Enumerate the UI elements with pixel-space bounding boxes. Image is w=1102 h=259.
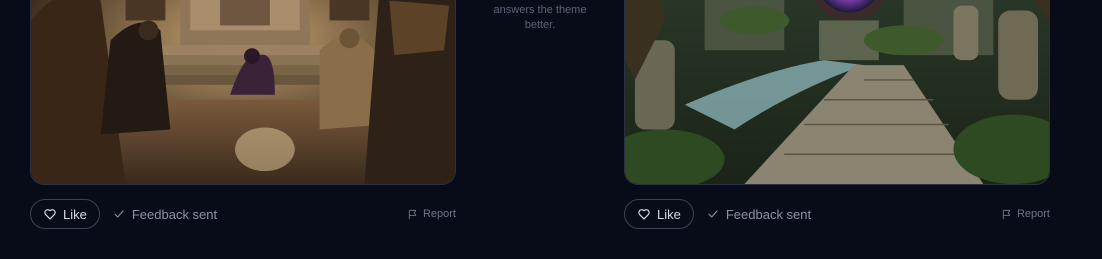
center-note-line1: answers the theme	[493, 4, 587, 16]
like-label: Like	[657, 206, 681, 222]
generated-image-left[interactable]	[30, 0, 456, 185]
like-button[interactable]: Like	[30, 199, 100, 229]
center-note-line2: better.	[524, 19, 556, 31]
center-note: answers the theme better.	[470, 3, 610, 33]
feedback-status: Feedback sent	[707, 207, 811, 222]
report-label: Report	[422, 208, 456, 220]
report-label: Report	[1016, 208, 1050, 220]
throne-room-image	[31, 0, 455, 184]
check-icon	[708, 210, 718, 218]
generated-image-right[interactable]	[624, 0, 1050, 185]
image-actions-right: Like Feedback sent Report	[624, 198, 1050, 230]
comparison-panel: answers the theme better. Like Feedback …	[0, 0, 1102, 259]
flag-icon	[408, 209, 417, 219]
check-icon	[114, 210, 124, 218]
like-button[interactable]: Like	[624, 199, 694, 229]
report-link[interactable]: Report	[1001, 208, 1050, 220]
feedback-status: Feedback sent	[113, 207, 217, 222]
like-label: Like	[63, 206, 87, 222]
feedback-label: Feedback sent	[131, 206, 218, 222]
heart-icon	[638, 209, 650, 220]
image-actions-left: Like Feedback sent Report	[30, 198, 456, 230]
feedback-label: Feedback sent	[725, 206, 812, 222]
jungle-temple-image	[625, 0, 1049, 184]
heart-icon	[44, 209, 56, 220]
flag-icon	[1002, 209, 1011, 219]
report-link[interactable]: Report	[407, 208, 456, 220]
